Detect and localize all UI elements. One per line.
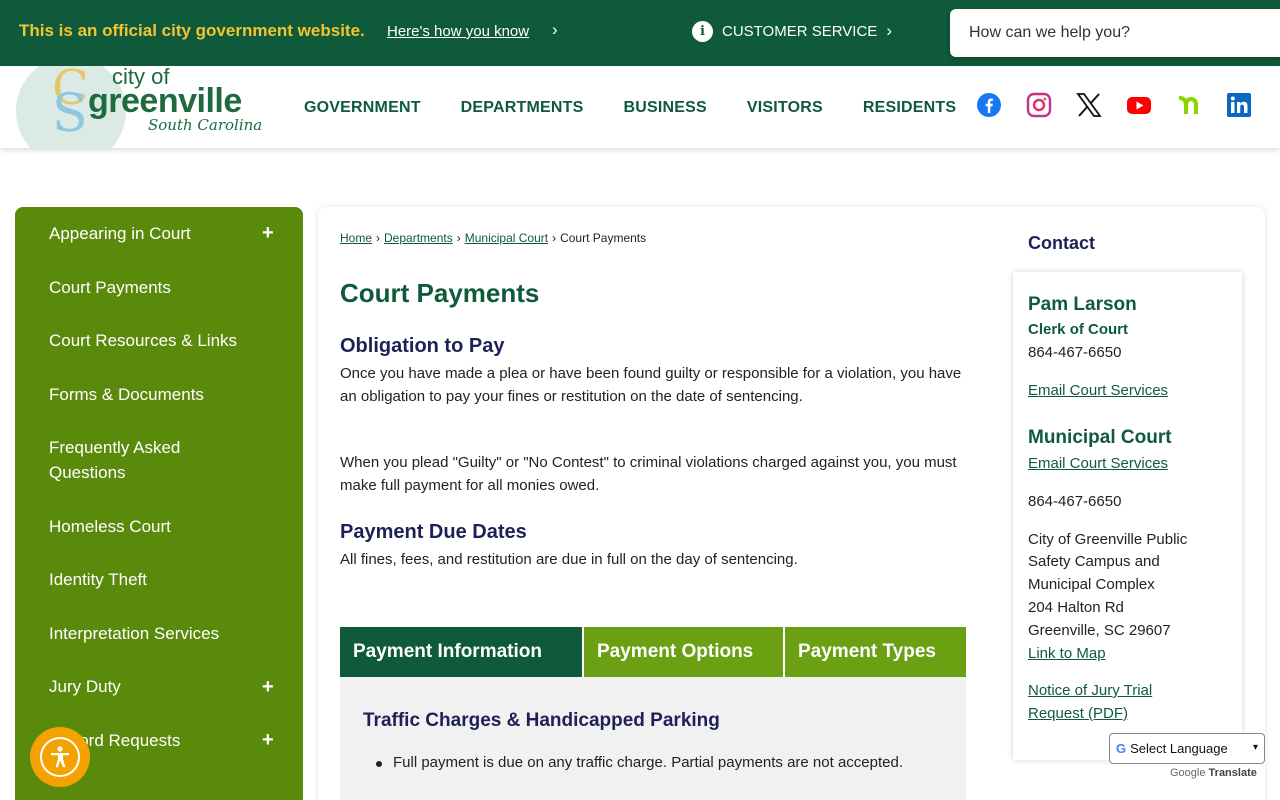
address-line: Municipal Complex — [1028, 576, 1155, 593]
social-links — [976, 92, 1276, 118]
customer-service-label: CUSTOMER SERVICE — [722, 22, 878, 40]
nav-government[interactable]: GOVERNMENT — [304, 99, 421, 117]
logo-s-glyph: S — [52, 84, 88, 144]
sidebar-item-forms-documents[interactable]: Forms & Documents — [49, 382, 289, 407]
instagram-icon[interactable] — [1026, 92, 1052, 118]
section-heading-obligation: Obligation to Pay — [340, 335, 505, 357]
powered-by-google-translate: Google Translate — [1170, 767, 1257, 779]
nav-departments[interactable]: DEPARTMENTS — [461, 99, 584, 117]
breadcrumb-home[interactable]: Home — [340, 231, 372, 245]
breadcrumb-separator: › — [552, 231, 557, 245]
obligation-paragraph-1: Once you have made a plea or have been f… — [340, 365, 962, 405]
sidebar-item-homeless-court[interactable]: Homeless Court — [49, 514, 289, 539]
facebook-icon[interactable] — [976, 92, 1002, 118]
breadcrumb: Home › Departments › Municipal Court › C… — [340, 231, 646, 245]
accessibility-button[interactable] — [30, 727, 90, 787]
panel-heading: Traffic Charges & Handicapped Parking — [363, 710, 720, 731]
contact-heading: Contact — [1028, 233, 1095, 253]
obligation-paragraph-2: When you plead "Guilty" or "No Contest" … — [340, 454, 957, 494]
nav-business[interactable]: BUSINESS — [623, 99, 706, 117]
contact-person-email-link[interactable]: Email Court Services — [1028, 379, 1168, 402]
how-you-know-link[interactable]: Here's how you know — [387, 23, 529, 40]
tab-payment-information[interactable]: Payment Information — [340, 627, 582, 677]
due-dates-paragraph: All fines, fees, and restitution are due… — [340, 551, 798, 568]
map-link[interactable]: Link to Map — [1028, 642, 1106, 665]
expand-plus-icon[interactable]: + — [262, 222, 274, 245]
tab-payment-options[interactable]: Payment Options — [584, 627, 783, 677]
sidebar-item-court-payments[interactable]: Court Payments — [49, 275, 289, 300]
contact-person-name: Pam Larson — [1028, 294, 1137, 315]
nav-residents[interactable]: RESIDENTS — [863, 99, 956, 117]
expand-plus-icon[interactable]: + — [262, 729, 274, 752]
nextdoor-icon[interactable] — [1176, 92, 1202, 118]
search-input[interactable] — [950, 9, 1280, 57]
official-site-banner: This is an official city government webs… — [0, 0, 1280, 66]
breadcrumb-current: Court Payments — [560, 231, 647, 245]
search-box — [950, 9, 1280, 57]
address-line: City of Greenville Public — [1028, 531, 1188, 548]
contact-dept-name: Municipal Court — [1028, 427, 1172, 448]
contact-person-role: Clerk of Court — [1028, 321, 1129, 338]
breadcrumb-separator: › — [376, 231, 381, 245]
section-heading-due-dates: Payment Due Dates — [340, 521, 527, 543]
payment-tabs: Payment Information Payment Options Paym… — [340, 627, 968, 677]
sidebar-item-jury-duty[interactable]: Jury Duty — [49, 674, 289, 699]
main-nav: GOVERNMENT DEPARTMENTS BUSINESS VISITORS… — [304, 99, 996, 117]
chevron-down-icon: ▾ — [1252, 742, 1258, 753]
nav-visitors[interactable]: VISITORS — [747, 99, 823, 117]
official-site-text: This is an official city government webs… — [19, 21, 365, 40]
sidebar-item-faq[interactable]: Frequently Asked Questions — [49, 435, 219, 485]
google-icon: G — [1116, 741, 1127, 756]
powered-google-text: Google — [1170, 767, 1206, 779]
panel-list-item: Full payment is due on any traffic charg… — [393, 754, 903, 771]
sidebar-item-court-resources[interactable]: Court Resources & Links — [49, 328, 289, 353]
tab-panel: Traffic Charges & Handicapped Parking Fu… — [340, 677, 966, 800]
breadcrumb-departments[interactable]: Departments — [384, 231, 453, 245]
address-line: 204 Halton Rd — [1028, 599, 1124, 616]
linkedin-icon[interactable] — [1226, 92, 1252, 118]
chevron-right-icon: › — [552, 20, 558, 39]
breadcrumb-separator: › — [456, 231, 461, 245]
address-line: Greenville, SC 29607 — [1028, 622, 1171, 639]
chevron-right-icon: › — [886, 21, 892, 40]
contact-dept-phone: 864-467-6650 — [1028, 493, 1122, 510]
powered-translate-text: Translate — [1208, 767, 1257, 779]
sidebar-nav: Appearing in Court + Court Payments Cour… — [15, 207, 303, 800]
language-select[interactable]: G Select Language ▾ — [1109, 733, 1265, 764]
jury-trial-notice-link-line2[interactable]: Request (PDF) — [1028, 702, 1128, 725]
tab-payment-types[interactable]: Payment Types — [785, 627, 966, 677]
jury-trial-notice-link[interactable]: Notice of Jury Trial — [1028, 679, 1152, 702]
info-icon: i — [692, 20, 713, 42]
sidebar-item-interpretation[interactable]: Interpretation Services — [49, 621, 289, 646]
contact-dept-email-link[interactable]: Email Court Services — [1028, 452, 1168, 475]
language-select-label: Select Language — [1130, 741, 1228, 756]
bullet-icon — [376, 761, 382, 767]
x-icon[interactable] — [1076, 92, 1102, 118]
sidebar-item-appearing-in-court[interactable]: Appearing in Court — [49, 221, 289, 246]
site-header: C S city of greenville South Carolina GO… — [0, 66, 1280, 148]
breadcrumb-municipal-court[interactable]: Municipal Court — [465, 231, 548, 245]
city-logo[interactable]: C S city of greenville South Carolina — [14, 66, 274, 148]
sidebar-item-identity-theft[interactable]: Identity Theft — [49, 567, 289, 592]
expand-plus-icon[interactable]: + — [262, 676, 274, 699]
youtube-icon[interactable] — [1126, 92, 1152, 118]
page-title: Court Payments — [340, 278, 540, 308]
logo-state-text: South Carolina — [148, 116, 263, 134]
contact-person-phone: 864-467-6650 — [1028, 344, 1122, 361]
customer-service-link[interactable]: i CUSTOMER SERVICE › — [692, 20, 892, 42]
address-line: Safety Campus and — [1028, 553, 1160, 570]
accessibility-icon — [40, 737, 80, 777]
